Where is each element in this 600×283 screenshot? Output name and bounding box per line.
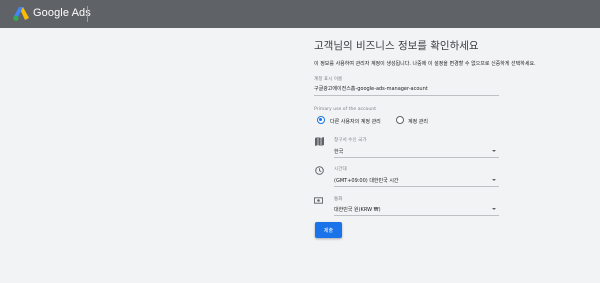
intro-text: 이 정보를 사용하여 관리자 계정이 생성됩니다. 나중에 이 설정을 변경할 …	[314, 61, 536, 67]
google-ads-logo-icon	[13, 7, 29, 21]
map-icon	[315, 137, 324, 146]
account-name-input[interactable]: 구글광고에이전스홈-google-ads-manager-acount	[314, 85, 428, 92]
clock-icon	[315, 166, 324, 175]
primary-use-option-manage-others[interactable]: 다른 사용자의 계정 관리	[330, 118, 381, 125]
brand-name: Google Ads	[33, 7, 91, 19]
primary-use-radio-manage-own[interactable]	[396, 116, 404, 124]
billing-country-underline	[334, 157, 499, 158]
timezone-underline	[334, 186, 499, 187]
timezone-label: 시간대	[334, 167, 347, 172]
primary-use-radio-manage-others[interactable]	[317, 116, 325, 124]
account-name-label: 계정 표시 이름	[314, 77, 343, 82]
page-title: 고객님의 비즈니스 정보를 확인하세요	[314, 40, 479, 52]
chevron-down-icon[interactable]	[492, 208, 496, 210]
chevron-down-icon[interactable]	[492, 150, 496, 152]
timezone-select[interactable]: (GMT+09:00) 대한민국 시간	[334, 177, 399, 184]
primary-use-option-manage-own[interactable]: 계정 관리	[408, 118, 428, 125]
submit-button[interactable]: 제출	[315, 222, 342, 238]
account-name-underline	[314, 95, 499, 96]
currency-select[interactable]: 대한민국 원(KRW ₩)	[334, 206, 381, 213]
chevron-down-icon[interactable]	[492, 179, 496, 181]
topbar-divider	[87, 6, 88, 22]
top-bar: Google Ads	[0, 0, 600, 28]
money-icon	[314, 197, 323, 204]
primary-use-label: Primary use of the account	[314, 107, 376, 112]
currency-underline	[334, 215, 499, 216]
currency-label: 통화	[334, 197, 343, 202]
billing-country-select[interactable]: 한국	[334, 148, 343, 155]
billing-country-label: 청구서 수신 국가	[334, 138, 367, 143]
